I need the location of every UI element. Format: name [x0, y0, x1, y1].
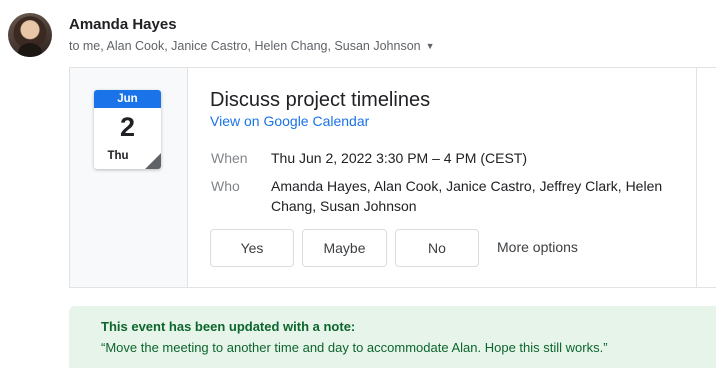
calendar-icon-panel: Jun 2 Thu — [70, 68, 188, 287]
who-label: Who — [211, 178, 240, 194]
note-title: This event has been updated with a note: — [101, 319, 356, 334]
recipients-text: to me, Alan Cook, Janice Castro, Helen C… — [69, 39, 421, 53]
recipients-line[interactable]: to me, Alan Cook, Janice Castro, Helen C… — [69, 39, 435, 53]
event-invite-card: Jun 2 Thu Discuss project timelines View… — [69, 67, 716, 288]
event-title: Discuss project timelines — [210, 89, 431, 111]
chevron-down-icon[interactable]: ▼ — [426, 41, 435, 51]
rsvp-yes-button[interactable]: Yes — [210, 229, 294, 267]
when-value: Thu Jun 2, 2022 3:30 PM – 4 PM (CEST) — [271, 150, 528, 166]
calendar-month: Jun — [94, 90, 161, 108]
card-divider — [696, 68, 697, 287]
view-on-calendar-link[interactable]: View on Google Calendar — [210, 113, 369, 129]
calendar-date-icon: Jun 2 Thu — [94, 90, 161, 169]
more-options-link[interactable]: More options — [497, 239, 578, 255]
update-note-banner: This event has been updated with a note:… — [69, 306, 716, 368]
who-value: Amanda Hayes, Alan Cook, Janice Castro, … — [271, 178, 663, 214]
sender-avatar[interactable] — [8, 13, 52, 57]
rsvp-maybe-button[interactable]: Maybe — [302, 229, 387, 267]
calendar-day: 2 — [119, 112, 136, 142]
rsvp-no-button[interactable]: No — [395, 229, 479, 267]
calendar-weekday: Thu — [107, 150, 129, 162]
when-label: When — [211, 150, 248, 166]
page-fold-highlight — [145, 153, 161, 169]
note-text: “Move the meeting to another time and da… — [101, 340, 608, 355]
sender-name[interactable]: Amanda Hayes — [69, 16, 177, 33]
